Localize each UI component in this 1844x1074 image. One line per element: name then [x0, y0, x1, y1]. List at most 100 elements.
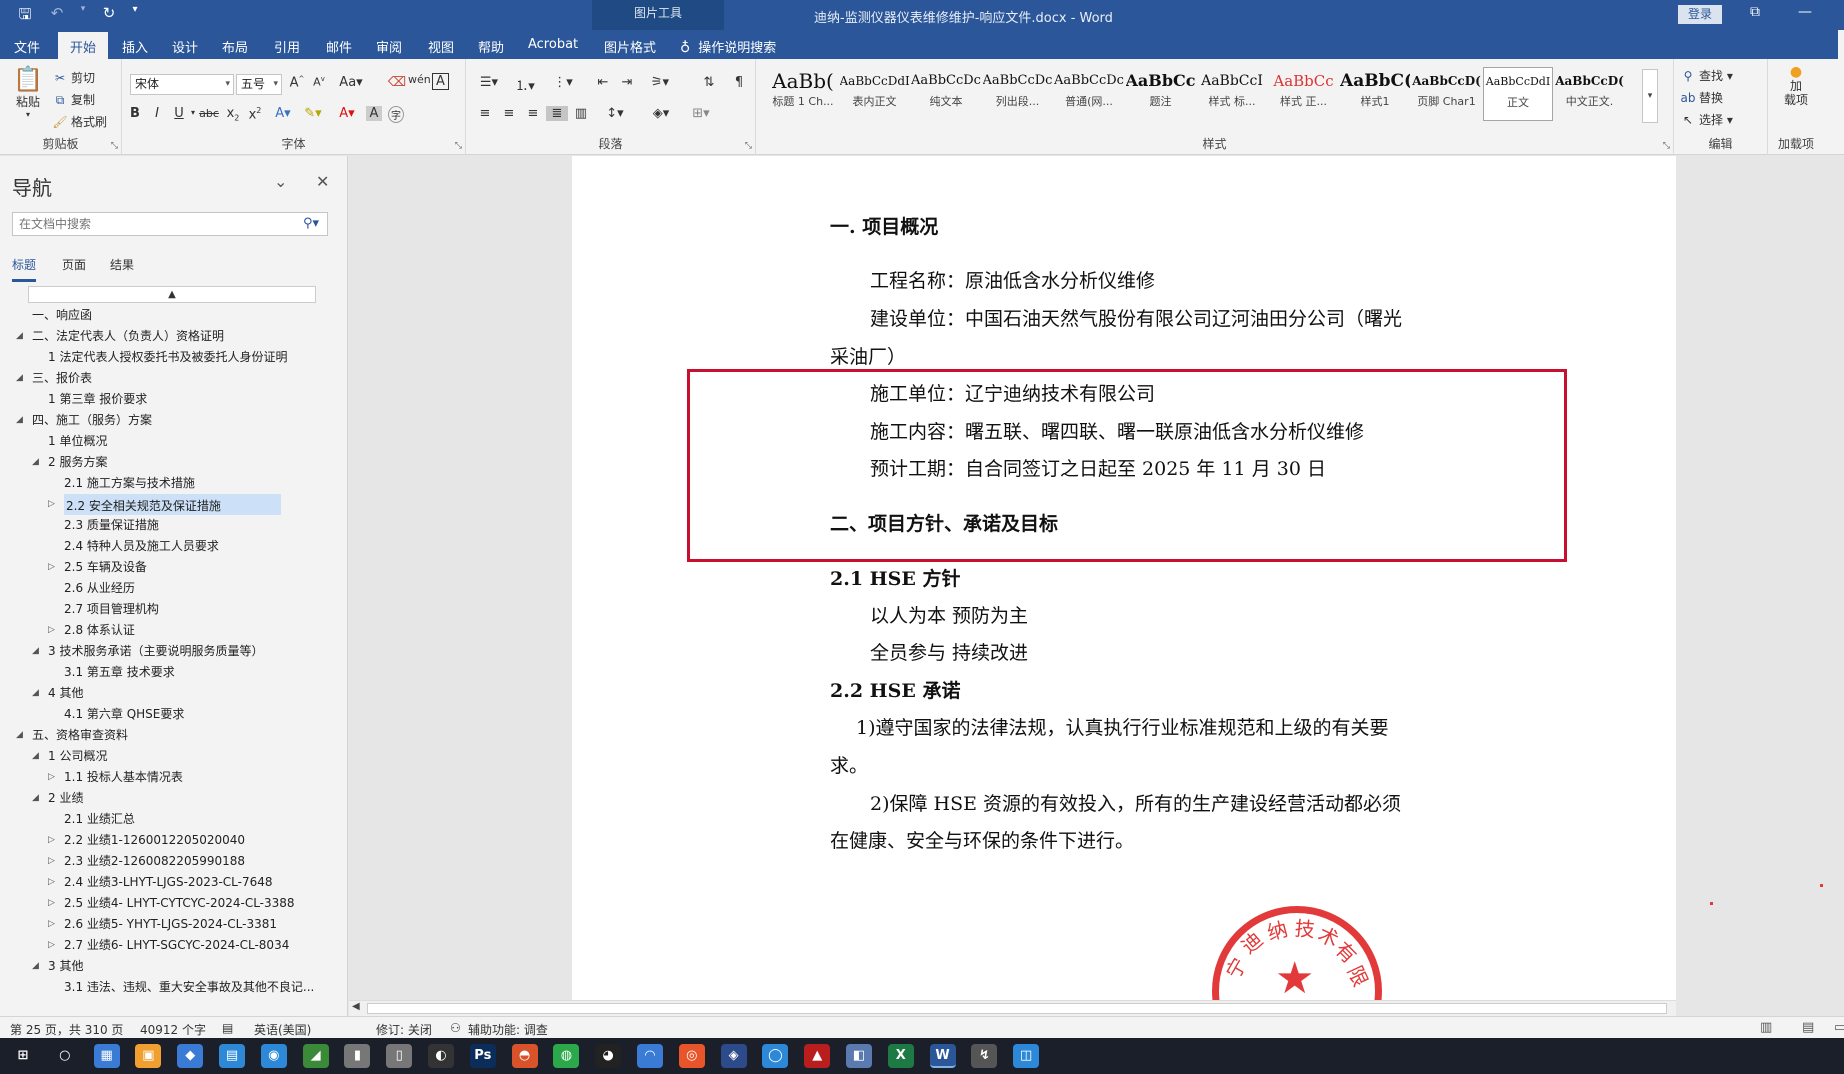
- select-button[interactable]: ↖ 选择 ▾: [1680, 111, 1733, 128]
- app-icon[interactable]: ◫: [1013, 1044, 1040, 1068]
- grow-font-icon[interactable]: A^: [286, 75, 308, 90]
- nav-heading-item[interactable]: ▷ 2.8 体系认证: [0, 620, 340, 641]
- accessibility-status[interactable]: 辅助功能: 调查: [468, 1021, 548, 1038]
- page-count[interactable]: 第 25 页，共 310 页: [10, 1021, 123, 1038]
- nav-heading-item[interactable]: 2.6 从业经历: [0, 578, 340, 599]
- save-icon[interactable]: 🖫: [14, 4, 36, 29]
- dialog-launcher-icon[interactable]: ⤡: [745, 141, 752, 151]
- font-name-select[interactable]: 宋体 ▾: [130, 74, 234, 95]
- gallery-scroll[interactable]: ▾: [1642, 69, 1658, 123]
- tab-insert[interactable]: 插入: [122, 37, 148, 56]
- dialog-launcher-icon[interactable]: ⤡: [455, 141, 462, 151]
- app-icon[interactable]: ◠: [637, 1044, 663, 1068]
- superscript-icon[interactable]: x2: [244, 106, 266, 122]
- acrobat-icon[interactable]: ▲: [804, 1044, 831, 1068]
- multilevel-list-icon[interactable]: ⋮▾: [548, 75, 578, 90]
- style-item[interactable]: AaBbCcDc 纯文本: [911, 67, 981, 121]
- show-marks-icon[interactable]: ¶: [728, 75, 750, 90]
- nav-heading-item[interactable]: 1 法定代表人授权委托书及被委托人身份证明: [0, 347, 340, 368]
- style-item[interactable]: AaBbCcD(页脚 Char1: [1412, 67, 1482, 121]
- nav-heading-item[interactable]: ▷ 2.6 业绩5- YHYT-LJGS-2024-CL-3381: [0, 914, 340, 935]
- nav-heading-item[interactable]: 3.1 第五章 技术要求: [0, 662, 340, 683]
- search-icon[interactable]: ○: [52, 1044, 78, 1068]
- nav-heading-item[interactable]: ◢ 2 业绩: [0, 788, 340, 809]
- nav-heading-item[interactable]: ▷ 2.5 业绩4- LHYT-CYTCYC-2024-CL-3388: [0, 893, 340, 914]
- tab-help[interactable]: 帮助: [478, 37, 504, 56]
- style-item[interactable]: AaBbCcDdI 正文: [1483, 67, 1553, 121]
- collapse-icon[interactable]: ◢: [32, 641, 39, 662]
- collapse-icon[interactable]: ◢: [32, 788, 39, 809]
- expand-icon[interactable]: ▷: [48, 557, 55, 578]
- style-item[interactable]: AaBbCc 题注: [1126, 67, 1196, 121]
- nav-heading-item[interactable]: 1 单位概况: [0, 431, 340, 452]
- style-item[interactable]: AaBbCcDc 普通(网...: [1054, 67, 1124, 121]
- expand-icon[interactable]: ▷: [48, 893, 55, 914]
- subscript-icon[interactable]: x2: [222, 106, 244, 123]
- find-button[interactable]: ⚲ 查找 ▾: [1680, 67, 1733, 84]
- shading-icon[interactable]: ◈▾: [646, 106, 676, 121]
- expand-icon[interactable]: ▷: [48, 872, 55, 893]
- highlight-icon[interactable]: ✎▾: [302, 106, 324, 121]
- borders-icon[interactable]: ⊞▾: [686, 106, 716, 121]
- nav-heading-item[interactable]: 2.4 特种人员及施工人员要求: [0, 536, 340, 557]
- excel-icon[interactable]: X: [887, 1044, 914, 1068]
- tab-layout[interactable]: 布局: [222, 37, 248, 56]
- browser-icon[interactable]: ◎: [678, 1044, 705, 1068]
- tab-acrobat[interactable]: Acrobat: [528, 37, 578, 52]
- scroll-thumb[interactable]: [367, 1003, 1667, 1014]
- app-icon[interactable]: ↯: [971, 1044, 998, 1068]
- numbering-icon[interactable]: ⒈▾: [510, 75, 540, 94]
- tab-review[interactable]: 审阅: [376, 37, 402, 56]
- style-item[interactable]: AaBbCc 样式 正...: [1269, 67, 1339, 121]
- nav-heading-item[interactable]: ◢ 五、资格审查资料: [0, 725, 340, 746]
- align-center-icon[interactable]: ≡: [498, 106, 520, 121]
- expand-icon[interactable]: ▷: [48, 767, 55, 788]
- line-spacing-icon[interactable]: ↕▾: [600, 106, 630, 121]
- nav-heading-item[interactable]: ◢ 2 服务方案: [0, 452, 340, 473]
- nav-heading-item[interactable]: ▷ 2.4 业绩3-LHYT-LJGS-2023-CL-7648: [0, 872, 340, 893]
- tab-picture-format[interactable]: 图片格式: [604, 37, 656, 56]
- nav-heading-item[interactable]: 1 第三章 报价要求: [0, 389, 340, 410]
- customize-qat-icon[interactable]: ▾: [130, 4, 140, 29]
- replace-button[interactable]: ab 替换: [1680, 89, 1724, 106]
- collapse-icon[interactable]: ◢: [32, 956, 39, 977]
- dialog-launcher-icon[interactable]: ⤡: [1663, 141, 1670, 151]
- accessibility-icon[interactable]: ⚇: [450, 1021, 461, 1035]
- style-item[interactable]: AaBbCcD(中文正文.: [1555, 67, 1625, 121]
- app-icon[interactable]: ▮: [344, 1044, 371, 1068]
- document-icon[interactable]: ▯: [386, 1044, 413, 1068]
- undo-icon[interactable]: ↶: [46, 4, 68, 29]
- word-icon[interactable]: W: [929, 1044, 956, 1068]
- increase-indent-icon[interactable]: ⇥: [616, 75, 638, 90]
- app-icon[interactable]: ◉: [260, 1044, 287, 1068]
- bold-icon[interactable]: B: [124, 106, 146, 121]
- nav-heading-item[interactable]: 2.1 施工方案与技术措施: [0, 473, 340, 494]
- collapse-icon[interactable]: ◢: [16, 326, 23, 347]
- nav-heading-item[interactable]: ▷ 2.7 业绩6- LHYT-SGCYC-2024-CL-8034: [0, 935, 340, 956]
- style-item[interactable]: AaBbC(样式1: [1340, 67, 1410, 121]
- expand-icon[interactable]: ▷: [48, 914, 55, 935]
- close-icon[interactable]: ✕: [316, 172, 329, 191]
- login-button[interactable]: 登录: [1678, 5, 1722, 24]
- search-icon[interactable]: ⚲▾: [303, 216, 319, 231]
- style-item[interactable]: AaBbCcDc 列出段...: [983, 67, 1053, 121]
- char-shading-icon[interactable]: A: [366, 106, 382, 121]
- app-icon[interactable]: ◢: [302, 1044, 329, 1068]
- nav-heading-item[interactable]: ◢ 3 其他: [0, 956, 340, 977]
- wechat-icon[interactable]: ◍: [553, 1044, 580, 1068]
- cut-button[interactable]: ✂ 剪切: [52, 69, 95, 86]
- tab-references[interactable]: 引用: [274, 37, 300, 56]
- scroll-up-button[interactable]: ▲: [28, 286, 316, 303]
- collapse-icon[interactable]: ◢: [16, 410, 23, 431]
- nav-heading-item[interactable]: ▷ 2.2 安全相关规范及保证措施: [0, 494, 340, 515]
- font-color-icon[interactable]: A▾: [336, 106, 358, 121]
- chevron-down-icon[interactable]: ⌄: [274, 172, 287, 191]
- sort-icon[interactable]: ⇅: [698, 75, 720, 90]
- nav-heading-item[interactable]: ◢ 1 公司概况: [0, 746, 340, 767]
- chevron-down-icon[interactable]: ▾: [78, 4, 88, 29]
- language[interactable]: 英语(美国): [254, 1021, 311, 1038]
- nav-heading-item[interactable]: ◢ 三、报价表: [0, 368, 340, 389]
- expand-icon[interactable]: ▷: [48, 935, 55, 956]
- nav-heading-item[interactable]: 3.1 违法、违规、重大安全事故及其他不良记...: [0, 977, 340, 998]
- expand-icon[interactable]: ▷: [48, 620, 55, 641]
